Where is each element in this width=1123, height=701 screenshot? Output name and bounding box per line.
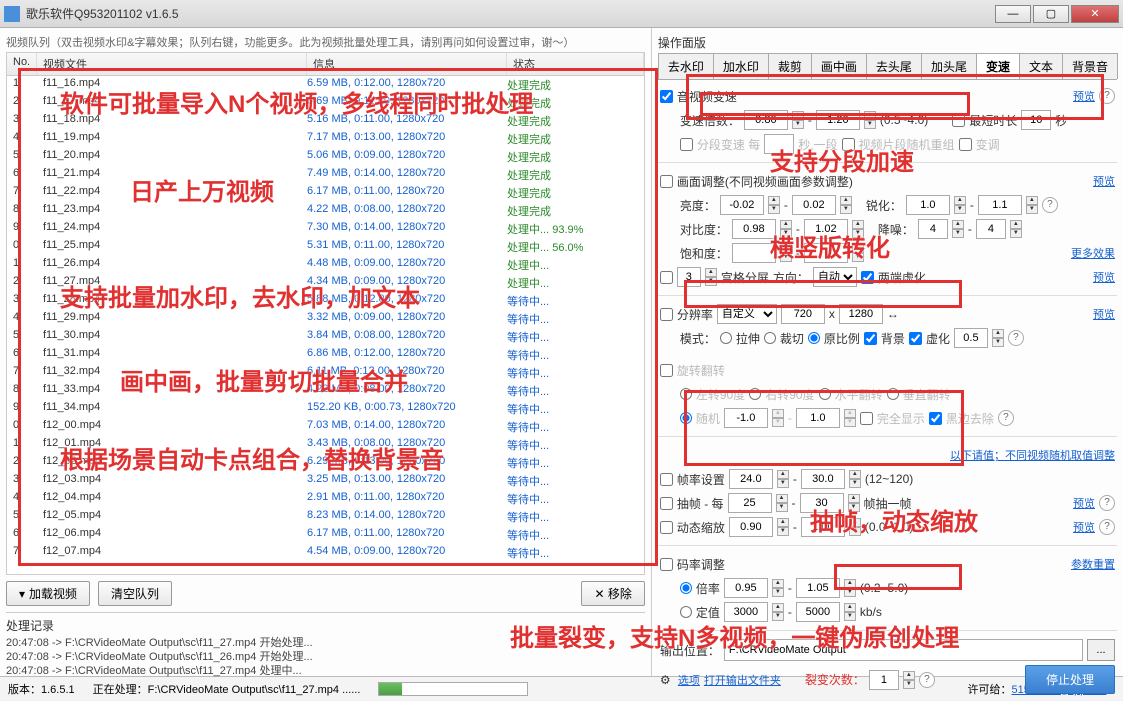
table-row[interactable]: 9f11_24.mp47.30 MB, 0:14.00, 1280x720处理中…	[7, 220, 644, 238]
help-icon[interactable]: ?	[1042, 197, 1058, 213]
table-row[interactable]: 2f11_27.mp44.34 MB, 0:09.00, 1280x720处理中…	[7, 274, 644, 292]
dropframe-checkbox[interactable]	[660, 497, 673, 510]
close-button[interactable]: ✕	[1071, 5, 1119, 23]
rotate-checkbox[interactable]	[660, 364, 673, 377]
tab-6[interactable]: 变速	[976, 53, 1020, 79]
stop-button[interactable]: 停止处理	[1025, 665, 1115, 694]
table-row[interactable]: 0f11_25.mp45.31 MB, 0:11.00, 1280x720处理中…	[7, 238, 644, 256]
speed-min-input[interactable]	[744, 110, 788, 130]
table-row[interactable]: 7f11_22.mp46.17 MB, 0:11.00, 1280x720处理完…	[7, 184, 644, 202]
table-row[interactable]: 1f12_01.mp43.43 MB, 0:08.00, 1280x720等待中…	[7, 436, 644, 454]
panel-title: 操作面版	[658, 32, 1117, 53]
table-row[interactable]: 3f12_03.mp43.25 MB, 0:13.00, 1280x720等待中…	[7, 472, 644, 490]
tab-7[interactable]: 文本	[1019, 53, 1063, 79]
table-row[interactable]: 6f11_21.mp47.49 MB, 0:14.00, 1280x720处理完…	[7, 166, 644, 184]
table-row[interactable]: 5f11_20.mp45.06 MB, 0:09.00, 1280x720处理完…	[7, 148, 644, 166]
browse-button[interactable]: ...	[1087, 639, 1115, 661]
split-count-input[interactable]	[869, 670, 899, 690]
tab-3[interactable]: 画中画	[811, 53, 867, 79]
help-icon[interactable]: ?	[1099, 88, 1115, 104]
col-file[interactable]: 视频文件	[37, 53, 307, 75]
tabs: 去水印加水印裁剪画中画去头尾加头尾变速文本背景音	[658, 53, 1117, 80]
table-row[interactable]: 5f11_30.mp43.84 MB, 0:08.00, 1280x720等待中…	[7, 328, 644, 346]
col-status[interactable]: 状态	[507, 53, 644, 75]
table-row[interactable]: 6f12_06.mp46.17 MB, 0:11.00, 1280x720等待中…	[7, 526, 644, 544]
table-row[interactable]: 8f11_33.mp44.22 MB, 0:08.00, 1280x720等待中…	[7, 382, 644, 400]
table-row[interactable]: 3f11_28.mp45.88 MB, 0:12.00, 1280x720等待中…	[7, 292, 644, 310]
table-row[interactable]: 6f11_31.mp46.86 MB, 0:12.00, 1280x720等待中…	[7, 346, 644, 364]
log-title: 处理记录	[6, 615, 645, 636]
mintime-checkbox[interactable]	[952, 114, 965, 127]
tab-1[interactable]: 加水印	[713, 53, 769, 79]
speed-preview-link[interactable]: 预览	[1073, 88, 1095, 104]
fps-hint: 以下请值；不同视频随机取值调整	[950, 447, 1115, 463]
table-row[interactable]: 8f11_23.mp44.22 MB, 0:08.00, 1280x720处理完…	[7, 202, 644, 220]
help-icon[interactable]: ?	[1099, 519, 1115, 535]
speed-label: 音视频变速	[677, 88, 737, 105]
res-width-input[interactable]	[781, 304, 825, 324]
adjust-preview-link[interactable]: 预览	[1093, 173, 1115, 189]
speed-checkbox[interactable]	[660, 90, 673, 103]
log-box: 20:47:08 -> F:\CRVideoMate Output\sc\f11…	[6, 636, 645, 680]
table-row[interactable]: 7f12_07.mp44.54 MB, 0:09.00, 1280x720等待中…	[7, 544, 644, 561]
load-video-button[interactable]: ▾加载视频	[6, 581, 90, 606]
progress-bar	[378, 682, 528, 696]
gear-icon: ⚙	[660, 673, 674, 687]
help-icon[interactable]: ?	[998, 410, 1014, 426]
table-row[interactable]: 2f12_02.mp46.29 MB, 0:13.00, 1280x720等待中…	[7, 454, 644, 472]
reset-link[interactable]: 参数重置	[1071, 556, 1115, 572]
table-row[interactable]: 7f11_32.mp46.11 MB, 0:12.00, 1280x720等待中…	[7, 364, 644, 382]
tab-0[interactable]: 去水印	[658, 53, 714, 79]
tab-4[interactable]: 去头尾	[866, 53, 922, 79]
window-title: 歌乐软件Q953201102 v1.6.5	[26, 5, 993, 22]
tab-5[interactable]: 加头尾	[921, 53, 977, 79]
help-icon[interactable]: ?	[1008, 330, 1024, 346]
tab-2[interactable]: 裁剪	[768, 53, 812, 79]
more-effects-link[interactable]: 更多效果	[1071, 245, 1115, 261]
output-path-input[interactable]	[724, 639, 1083, 661]
table-row[interactable]: 0f12_00.mp47.03 MB, 0:14.00, 1280x720等待中…	[7, 418, 644, 436]
maximize-button[interactable]: ▢	[1033, 5, 1069, 23]
adjust-checkbox[interactable]	[660, 175, 673, 188]
table-row[interactable]: 2f11_17.mp46.69 MB, 0:11.00, 1280x720处理完…	[7, 94, 644, 112]
table-row[interactable]: 4f12_04.mp42.91 MB, 0:11.00, 1280x720等待中…	[7, 490, 644, 508]
res-mode-select[interactable]: 自定义	[717, 304, 777, 324]
table-row[interactable]: 3f11_18.mp45.16 MB, 0:11.00, 1280x720处理完…	[7, 112, 644, 130]
col-no[interactable]: No.	[7, 53, 37, 75]
queue-hint: 视频队列（双击视频水印&字幕效果；队列右键，功能更多。此为视频批量处理工具，请别…	[6, 32, 645, 52]
fps-checkbox[interactable]	[660, 473, 673, 486]
col-info[interactable]: 信息	[307, 53, 507, 75]
app-icon	[4, 6, 20, 22]
mintime-input[interactable]	[1021, 110, 1051, 130]
res-height-input[interactable]	[839, 304, 883, 324]
table-row[interactable]: 1f11_26.mp44.48 MB, 0:09.00, 1280x720处理中…	[7, 256, 644, 274]
video-table: No. 视频文件 信息 状态 1f11_16.mp46.59 MB, 0:12.…	[6, 52, 645, 575]
table-row[interactable]: 9f11_34.mp4152.20 KB, 0:00.73, 1280x720等…	[7, 400, 644, 418]
direction-select[interactable]: 自动	[813, 267, 857, 287]
zoom-checkbox[interactable]	[660, 521, 673, 534]
table-row[interactable]: 4f11_29.mp43.32 MB, 0:09.00, 1280x720等待中…	[7, 310, 644, 328]
table-row[interactable]: 5f12_05.mp48.23 MB, 0:14.00, 1280x720等待中…	[7, 508, 644, 526]
minimize-button[interactable]: —	[995, 5, 1031, 23]
titlebar: 歌乐软件Q953201102 v1.6.5 — ▢ ✕	[0, 0, 1123, 28]
options-link[interactable]: 选项	[678, 672, 700, 688]
table-row[interactable]: 4f11_19.mp47.17 MB, 0:13.00, 1280x720处理完…	[7, 130, 644, 148]
table-row[interactable]: 1f11_16.mp46.59 MB, 0:12.00, 1280x720处理完…	[7, 76, 644, 94]
open-output-link[interactable]: 打开输出文件夹	[704, 672, 781, 688]
bitrate-checkbox[interactable]	[660, 558, 673, 571]
plus-icon: ▾	[19, 587, 25, 601]
tab-8[interactable]: 背景音	[1062, 53, 1118, 79]
remove-button[interactable]: ✕ 移除	[581, 581, 644, 606]
speed-max-input[interactable]	[816, 110, 860, 130]
segment-checkbox[interactable]	[680, 138, 693, 151]
help-icon[interactable]: ?	[1099, 495, 1115, 511]
help-icon[interactable]: ?	[919, 672, 935, 688]
resolution-checkbox[interactable]	[660, 308, 673, 321]
swap-icon[interactable]: ↔	[887, 307, 899, 321]
clear-queue-button[interactable]: 清空队列	[98, 581, 172, 606]
video-rows[interactable]: 1f11_16.mp46.59 MB, 0:12.00, 1280x720处理完…	[7, 76, 644, 561]
